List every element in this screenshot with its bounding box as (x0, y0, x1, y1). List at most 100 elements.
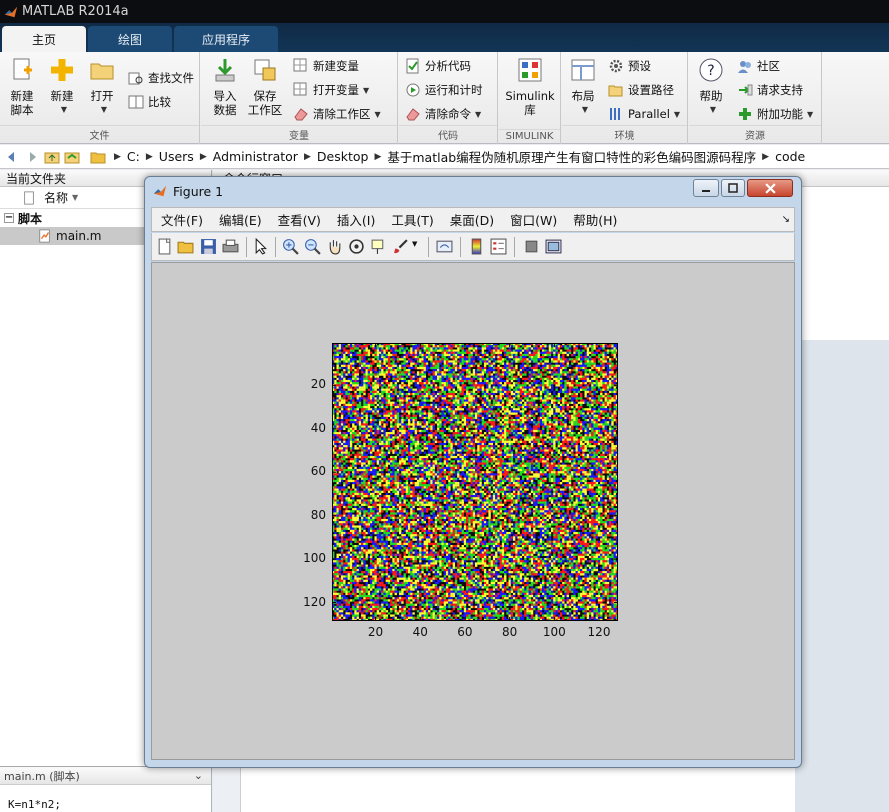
community-button[interactable]: 社区 (737, 56, 780, 76)
select-arrow-icon[interactable] (253, 238, 270, 255)
save-workspace-button[interactable]: 保存 工作区 (247, 56, 283, 117)
new-button[interactable]: 新建 ▼ (46, 56, 78, 117)
heatmap-cell (448, 392, 451, 396)
heatmap-cell (445, 410, 449, 413)
chevron-down-icon[interactable]: ⌄ (194, 769, 203, 782)
heatmap-cell (336, 392, 339, 396)
heatmap-cell (575, 358, 578, 361)
new-variable-button[interactable]: 新建变量 (293, 56, 359, 76)
details-panel-header[interactable]: main.m (脚本) ⌄ (0, 766, 211, 785)
clear-commands-button[interactable]: 清除命令 ▼ (405, 104, 481, 124)
heatmap-cell (497, 419, 500, 422)
tab-apps[interactable]: 应用程序 (174, 26, 278, 52)
heatmap-cell (481, 414, 485, 417)
forward-arrow-icon[interactable] (24, 149, 40, 165)
new-script-button[interactable]: 新建 脚本 (6, 56, 38, 117)
breadcrumb-c[interactable]: C: (127, 149, 140, 164)
data-cursor-icon[interactable] (370, 238, 387, 255)
heatmap-cell (358, 353, 362, 357)
analyze-code-button[interactable]: 分析代码 (405, 56, 471, 76)
open-file-icon[interactable] (177, 238, 194, 255)
heatmap-cell (441, 347, 444, 350)
run-and-time-button[interactable]: 运行和计时 (405, 80, 483, 100)
dock-arrow-icon[interactable]: ↘ (782, 214, 790, 225)
breadcrumb-code[interactable]: code (775, 149, 805, 164)
heatmap-cell (573, 423, 576, 426)
heatmap-cell (367, 364, 371, 368)
heatmap-cell (401, 397, 404, 400)
menu-view[interactable]: 查看(V) (278, 210, 321, 229)
zoom-out-icon[interactable] (304, 238, 321, 255)
heatmap-cell (352, 362, 355, 365)
up-folder-icon[interactable] (44, 149, 60, 165)
heatmap-cell (470, 345, 473, 348)
collapse-icon[interactable]: − (4, 213, 14, 223)
colorbar-icon[interactable] (468, 238, 485, 255)
heatmap-cell (571, 399, 574, 402)
open-button[interactable]: 打开 ▼ (86, 56, 118, 117)
request-support-button[interactable]: 请求支持 (737, 80, 803, 100)
ribbon-tab-strip: 主页 绘图 应用程序 (0, 23, 889, 52)
heatmap-cell (439, 442, 442, 446)
compare-button[interactable]: 比较 (128, 92, 171, 112)
tab-home[interactable]: 主页 (2, 26, 86, 52)
breadcrumb-users[interactable]: Users (159, 149, 194, 164)
chevron-down-icon[interactable]: ▼ (412, 240, 417, 248)
heatmap-cell (517, 371, 520, 374)
minimize-button[interactable] (693, 179, 719, 197)
open-variable-button[interactable]: 打开变量 ▼ (293, 80, 369, 100)
new-figure-icon[interactable] (156, 238, 173, 255)
find-files-button[interactable]: 查找文件 (128, 68, 194, 88)
link-plot-icon[interactable] (436, 238, 453, 255)
heatmap-cell (495, 410, 498, 413)
help-button[interactable]: ? 帮助 ▼ (697, 56, 725, 117)
menu-desktop[interactable]: 桌面(D) (450, 210, 494, 229)
menu-tools[interactable]: 工具(T) (391, 210, 433, 229)
set-path-button[interactable]: 设置路径 (608, 80, 674, 100)
import-data-button[interactable]: 导入 数据 (209, 56, 241, 117)
tab-plots[interactable]: 绘图 (88, 26, 172, 52)
heatmap-cell (497, 356, 500, 359)
pan-hand-icon[interactable] (326, 238, 343, 255)
menu-help[interactable]: 帮助(H) (573, 210, 617, 229)
rotate-3d-icon[interactable] (348, 238, 365, 255)
show-plot-tools-icon[interactable] (545, 238, 562, 255)
breadcrumb-administrator[interactable]: Administrator (213, 149, 298, 164)
heatmap-cell (481, 353, 485, 357)
menu-file[interactable]: 文件(F) (161, 210, 203, 229)
add-ons-button[interactable]: 附加功能 ▼ (737, 104, 813, 124)
heatmap-cell (459, 401, 462, 404)
brush-icon[interactable] (392, 238, 409, 255)
hide-plot-tools-icon[interactable] (523, 238, 540, 255)
heatmap-cell (591, 388, 594, 391)
heatmap-cell (396, 360, 400, 363)
legend-icon[interactable] (490, 238, 507, 255)
breadcrumb-project-folder[interactable]: 基于matlab编程伪随机原理产生有窗口特性的彩色编码图源码程序 (387, 147, 756, 166)
menu-window[interactable]: 窗口(W) (510, 210, 557, 229)
parallel-button[interactable]: Parallel ▼ (608, 104, 680, 124)
menu-insert[interactable]: 插入(I) (337, 210, 375, 229)
close-button[interactable] (747, 179, 793, 197)
layout-button[interactable]: 布局 ▼ (568, 56, 598, 117)
heatmap-plot[interactable] (332, 343, 618, 621)
heatmap-cell (338, 410, 342, 413)
heatmap-cell (445, 351, 449, 355)
save-icon[interactable] (200, 238, 217, 255)
back-arrow-icon[interactable] (4, 149, 20, 165)
heatmap-cell (340, 440, 344, 444)
heatmap-cell (378, 442, 382, 446)
heatmap-cell (528, 432, 532, 435)
simulink-library-button[interactable]: Simulink 库 (505, 56, 555, 117)
breadcrumb-desktop[interactable]: Desktop (317, 149, 369, 164)
preferences-button[interactable]: 预设 (608, 56, 651, 76)
print-icon[interactable] (222, 238, 239, 255)
menu-edit[interactable]: 编辑(E) (219, 210, 262, 229)
heatmap-cell (401, 349, 404, 352)
browse-folder-icon[interactable] (64, 149, 80, 165)
clear-workspace-button[interactable]: 清除工作区 ▼ (293, 104, 381, 124)
zoom-in-icon[interactable] (282, 238, 299, 255)
heatmap-cell (533, 410, 536, 413)
heatmap-cell (385, 405, 389, 409)
heatmap-cell (533, 425, 536, 428)
maximize-button[interactable] (721, 179, 745, 197)
